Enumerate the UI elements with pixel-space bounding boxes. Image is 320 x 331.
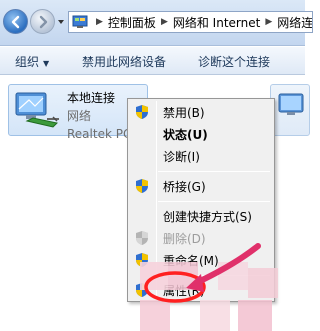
menu-item-bridge[interactable]: 桥接(G) [130, 175, 272, 197]
breadcrumb-separator-icon: ▶ [96, 17, 103, 27]
control-panel-icon [72, 15, 88, 28]
shield-icon [136, 105, 148, 119]
chevron-down-icon: ▼ [43, 59, 50, 68]
connection-type: 网络 [67, 109, 92, 123]
connection-item-second[interactable] [270, 84, 310, 136]
diagnose-connection-button[interactable]: 诊断这个连接 [198, 53, 270, 70]
menu-item-create-shortcut[interactable]: 创建快捷方式(S) [130, 205, 272, 227]
shield-icon [136, 179, 148, 193]
menu-item-label: 删除(D) [163, 232, 206, 246]
address-bar[interactable]: ▶ 控制面板 ▶ 网络和 Internet ▶ 网络连接 [68, 11, 313, 33]
network-adapter-icon [15, 92, 59, 128]
forward-button[interactable] [30, 9, 55, 34]
back-button[interactable] [3, 9, 28, 34]
menu-separator [158, 171, 270, 172]
mosaic-patch [140, 300, 170, 331]
mosaic-patch [140, 262, 168, 290]
organize-button[interactable]: 组织 ▼ [15, 53, 49, 70]
menu-item-label: 桥接(G) [163, 180, 206, 194]
menu-separator [158, 201, 270, 202]
menu-item-disable[interactable]: 禁用(B) [130, 101, 272, 123]
forward-arrow-icon [39, 15, 47, 28]
connection-name: 本地连接 [67, 91, 116, 105]
back-arrow-icon [11, 15, 19, 28]
breadcrumb-separator-icon: ▶ [160, 17, 168, 27]
menu-item-diagnose[interactable]: 诊断(I) [130, 145, 272, 167]
organize-label: 组织 [15, 55, 40, 69]
shield-icon [136, 231, 148, 245]
breadcrumb-network-internet[interactable]: 网络和 Internet [173, 14, 260, 31]
menu-item-label: 状态(U) [163, 128, 208, 142]
connection-adapter: Realtek PC [67, 127, 132, 141]
mosaic-patch [248, 268, 278, 298]
menu-item-label: 创建快捷方式(S) [163, 210, 252, 224]
title-bar: ▶ 控制面板 ▶ 网络和 Internet ▶ 网络连接 [0, 0, 313, 46]
command-bar: 组织 ▼ 禁用此网络设备 诊断这个连接 [0, 47, 305, 75]
breadcrumb-separator-icon: ▶ [265, 17, 273, 27]
menu-item-delete: 删除(D) [130, 227, 272, 249]
mosaic-patch [168, 262, 198, 290]
menu-item-label: 诊断(I) [163, 150, 200, 164]
mosaic-patch [200, 300, 230, 331]
disable-device-button[interactable]: 禁用此网络设备 [82, 53, 166, 70]
history-dropdown-icon[interactable] [57, 18, 65, 26]
menu-item-status[interactable]: 状态(U) [130, 123, 272, 145]
breadcrumb-network-connections[interactable]: 网络连接 [277, 14, 312, 31]
mosaic-patch [218, 262, 248, 290]
network-adapter-icon [278, 93, 304, 115]
breadcrumb-control-panel[interactable]: 控制面板 [108, 14, 156, 31]
mosaic-patch [238, 300, 272, 331]
menu-item-label: 禁用(B) [163, 106, 205, 120]
